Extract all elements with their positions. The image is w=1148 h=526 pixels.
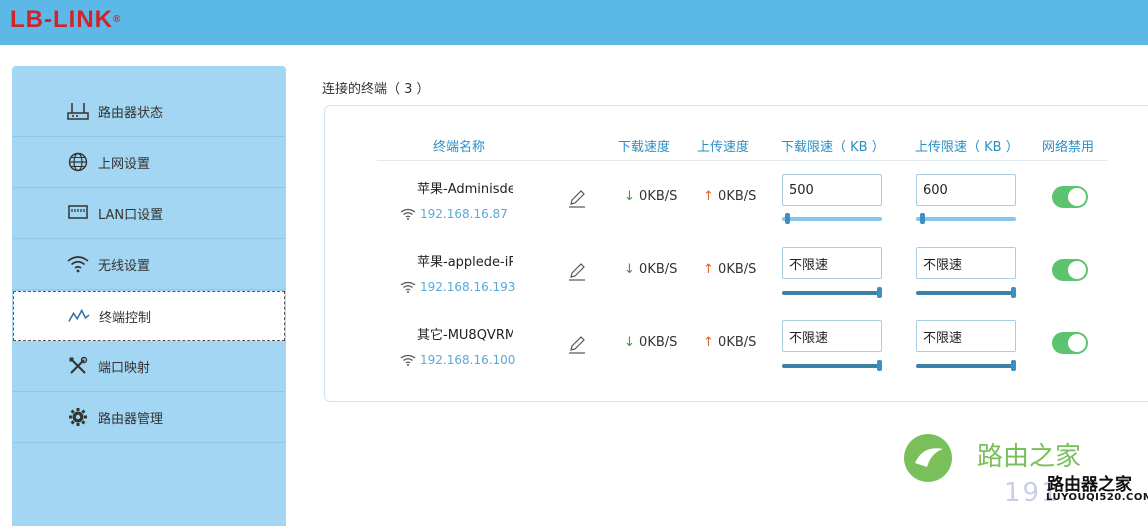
sidebar-item-lan-settings[interactable]: LAN口设置 [13,188,285,239]
upload-speed-value: 0KB/S [718,335,757,350]
download-limit-input[interactable] [782,174,882,206]
download-limit-slider[interactable] [782,287,882,298]
toggle-knob [1068,188,1086,206]
upload-speed: ↑ 0KB/S [703,262,756,277]
column-header-device-name: 终端名称 [433,140,486,155]
router-icon [67,100,89,122]
device-ip: 192.168.16.100 [420,353,516,367]
lb-link-logo: LB-LINK® [10,7,121,33]
upload-speed: ↑ 0KB/S [703,189,756,204]
edit-pencil-icon[interactable] [567,189,587,209]
download-limit-input[interactable] [782,320,882,352]
sidebar-item-label: 终端控制 [99,310,152,326]
sidebar-item-label: 路由器状态 [98,105,164,121]
sidebar-item-label: 上网设置 [98,156,151,172]
upload-limit-input[interactable] [916,174,1016,206]
sidebar-item-label: LAN口设置 [98,207,164,223]
toggle-knob [1068,334,1086,352]
wifi-icon [400,281,416,293]
lan-port-icon [67,202,89,224]
wifi-icon [67,253,89,275]
arrow-down-icon: ↓ [624,262,635,277]
globe-icon [67,151,89,173]
column-header-upload-limit: 上传限速（ KB ） [915,140,1019,155]
download-speed: ↓ 0KB/S [624,189,677,204]
upload-speed-value: 0KB/S [718,189,757,204]
column-header-download-speed: 下载速度 [618,140,671,155]
column-header-network-disable: 网络禁用 [1042,140,1095,155]
network-enable-toggle[interactable] [1052,259,1088,281]
slider-thumb[interactable] [877,360,882,371]
sidebar-item-label: 路由器管理 [98,411,164,427]
slider-thumb[interactable] [785,213,790,224]
arrow-down-icon: ↓ [624,189,635,204]
sidebar-item-router-management[interactable]: 路由器管理 [13,392,285,443]
download-limit-slider[interactable] [782,360,882,371]
slider-thumb[interactable] [1011,360,1016,371]
watermark-url: LUYOUQI520.COM [1046,492,1148,503]
sidebar-item-terminal-control[interactable]: 终端控制 [13,291,285,341]
header-divider [377,160,1107,161]
column-header-upload-speed: 上传速度 [697,140,750,155]
edit-pencil-icon[interactable] [567,262,587,282]
section-title: 连接的终端（ 3 ） [322,82,430,97]
tools-icon [67,355,89,377]
device-name: 苹果-applede-iPad [417,255,513,270]
download-speed: ↓ 0KB/S [624,262,677,277]
arrow-up-icon: ↑ [703,189,714,204]
download-speed: ↓ 0KB/S [624,335,677,350]
download-limit-slider[interactable] [782,213,882,224]
sidebar: 路由器状态 上网设置 LAN口设置 无线设置 终端控制 端口映射 路由器管理 [12,66,286,526]
toggle-knob [1068,261,1086,279]
sidebar-item-wireless-settings[interactable]: 无线设置 [13,239,285,290]
column-header-download-limit: 下载限速（ KB ） [781,140,885,155]
sidebar-item-router-status[interactable]: 路由器状态 [13,86,285,137]
edit-pencil-icon[interactable] [567,335,587,355]
logo-registered-mark: ® [112,14,122,25]
wifi-icon [400,354,416,366]
sidebar-item-label: 无线设置 [98,258,151,274]
upload-limit-slider[interactable] [916,213,1016,224]
upload-limit-slider[interactable] [916,360,1016,371]
terminal-wave-icon [68,305,90,327]
download-limit-input[interactable] [782,247,882,279]
network-enable-toggle[interactable] [1052,186,1088,208]
slider-thumb[interactable] [877,287,882,298]
top-bar: LB-LINK® [0,0,1148,45]
download-speed-value: 0KB/S [639,335,678,350]
upload-speed: ↑ 0KB/S [703,335,756,350]
upload-limit-input[interactable] [916,247,1016,279]
sidebar-item-label: 端口映射 [98,360,151,376]
arrow-down-icon: ↓ [624,335,635,350]
download-speed-value: 0KB/S [639,262,678,277]
network-enable-toggle[interactable] [1052,332,1088,354]
arrow-up-icon: ↑ [703,262,714,277]
device-name: 苹果-Adminisdeiphone [417,182,513,197]
download-speed-value: 0KB/S [639,189,678,204]
watermark-text: 路由之家 [977,442,1082,472]
slider-thumb[interactable] [920,213,925,224]
device-ip: 192.168.16.193 [420,280,516,294]
device-name: 其它-MU8QVRMPHONE [417,328,513,343]
upload-limit-input[interactable] [916,320,1016,352]
sidebar-item-internet-settings[interactable]: 上网设置 [13,137,285,188]
upload-speed-value: 0KB/S [718,262,757,277]
wifi-icon [400,208,416,220]
logo-text: LB-LINK [10,6,113,33]
arrow-up-icon: ↑ [703,335,714,350]
slider-thumb[interactable] [1011,287,1016,298]
upload-limit-slider[interactable] [916,287,1016,298]
sidebar-item-port-mapping[interactable]: 端口映射 [13,341,285,392]
gear-icon [67,406,89,428]
watermark-logo-icon [904,434,952,482]
device-ip: 192.168.16.87 [420,207,508,221]
